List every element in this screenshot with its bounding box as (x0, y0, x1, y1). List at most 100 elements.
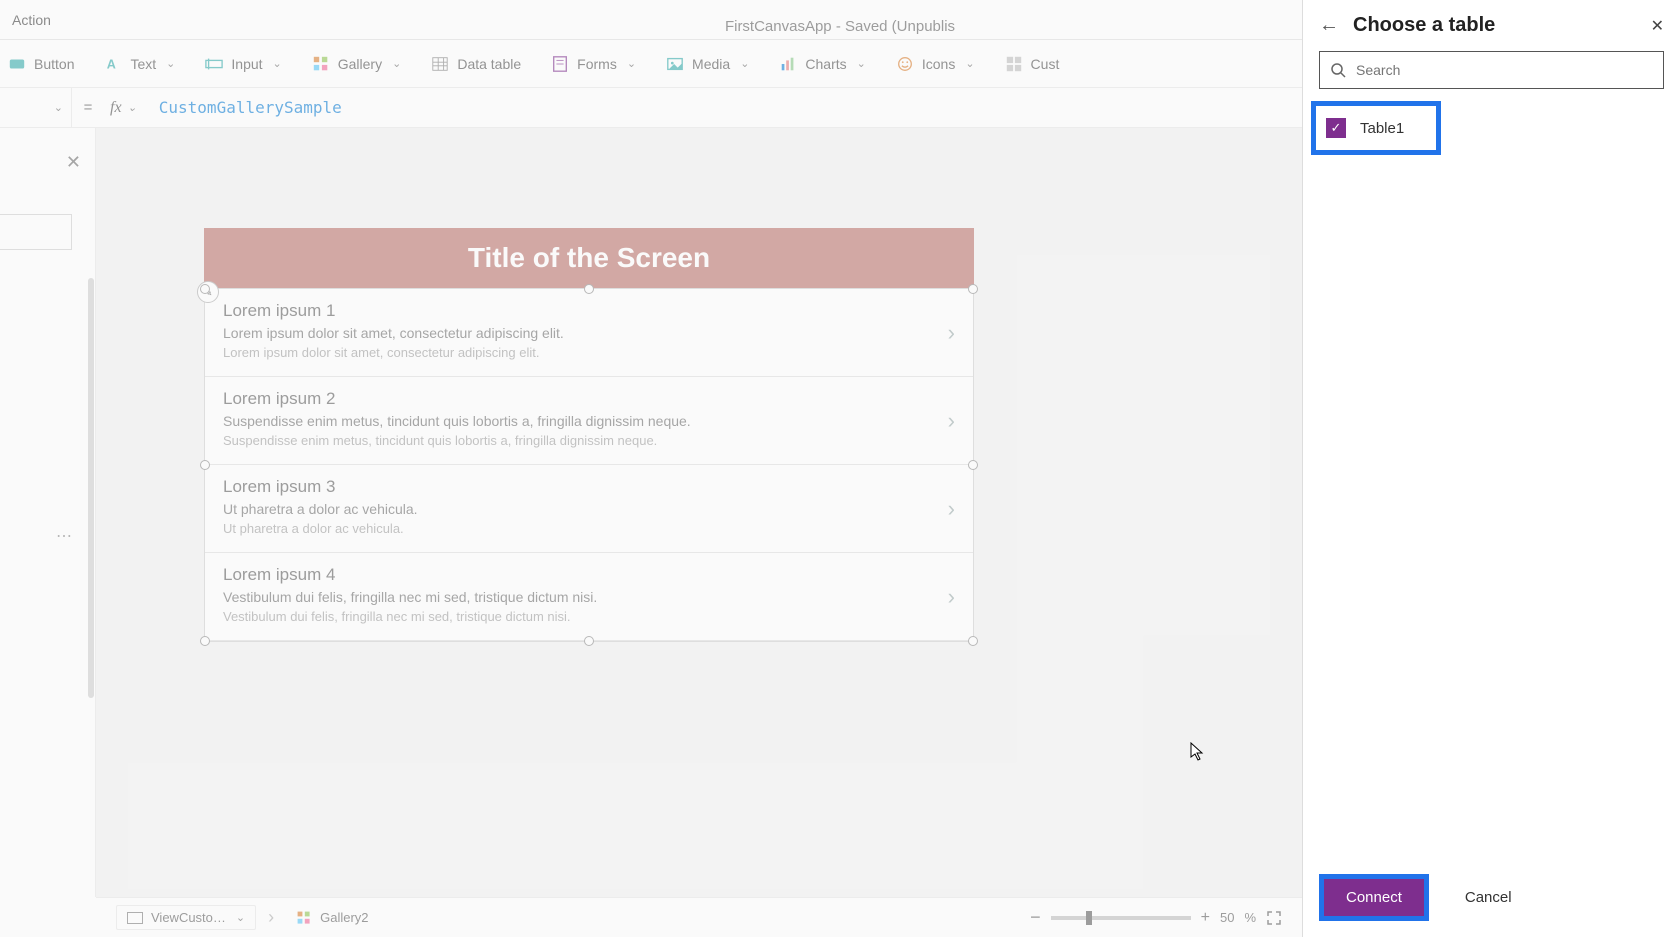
tab-action[interactable]: Action (0, 2, 63, 38)
formula-input[interactable]: CustomGallerySample (143, 98, 342, 117)
search-input[interactable] (1356, 62, 1653, 78)
item-title: Lorem ipsum 2 (223, 389, 955, 409)
selection-handle[interactable] (584, 284, 594, 294)
ribbon-text-label: Text (130, 56, 156, 72)
equals-sign: = (72, 99, 104, 116)
chevron-down-icon: ⌄ (392, 57, 401, 70)
screen-title: Title of the Screen (204, 228, 974, 288)
screen-icon (127, 912, 143, 924)
search-icon (1330, 62, 1346, 78)
cancel-button[interactable]: Cancel (1443, 879, 1534, 916)
chevron-right-icon[interactable]: › (948, 584, 955, 610)
ribbon-forms[interactable]: Forms ⌄ (551, 55, 636, 73)
chevron-down-icon: ⌄ (965, 57, 974, 70)
ribbon-icons[interactable]: Icons ⌄ (896, 55, 975, 73)
ribbon-gallery[interactable]: Gallery ⌄ (312, 55, 402, 73)
ribbon-charts[interactable]: Charts ⌄ (779, 55, 865, 73)
breadcrumb-control[interactable]: Gallery2 (286, 906, 378, 930)
chevron-down-icon: ⌄ (627, 57, 636, 70)
item-subtitle: Suspendisse enim metus, tincidunt quis l… (223, 413, 955, 429)
ribbon-media[interactable]: Media ⌄ (666, 55, 749, 73)
fit-screen-icon[interactable] (1266, 910, 1282, 926)
ribbon-forms-label: Forms (577, 56, 617, 72)
icons-icon (896, 55, 914, 73)
ribbon-media-label: Media (692, 56, 730, 72)
table-option[interactable]: ✓ Table1 (1311, 101, 1441, 155)
selection-handle[interactable] (200, 460, 210, 470)
gallery-item[interactable]: Lorem ipsum 4 Vestibulum dui felis, frin… (205, 553, 973, 641)
custom-icon (1005, 55, 1023, 73)
item-body: Suspendisse enim metus, tincidunt quis l… (223, 433, 955, 448)
chevron-right-icon[interactable]: › (948, 496, 955, 522)
search-field[interactable] (1319, 51, 1664, 89)
forms-icon (551, 55, 569, 73)
ribbon-input-label: Input (231, 56, 262, 72)
gallery-item[interactable]: Lorem ipsum 3 Ut pharetra a dolor ac veh… (205, 465, 973, 553)
gallery[interactable]: ✎ Lorem ipsum 1 Lorem ipsum dolor sit am… (204, 288, 974, 642)
screen: Title of the Screen ✎ Lorem ipsum 1 Lore… (204, 228, 974, 642)
selection-handle[interactable] (200, 636, 210, 646)
property-dropdown[interactable]: ⌄ (0, 88, 72, 128)
table-name: Table1 (1360, 120, 1404, 137)
selection-handle[interactable] (968, 636, 978, 646)
zoom-pct: % (1244, 910, 1256, 925)
ribbon-text[interactable]: A Text ⌄ (104, 55, 175, 73)
zoom-controls: − + 50 % (1030, 907, 1282, 928)
zoom-out-button[interactable]: − (1030, 907, 1041, 928)
chevron-down-icon: ⌄ (236, 911, 245, 924)
media-icon (666, 55, 684, 73)
canvas: Title of the Screen ✎ Lorem ipsum 1 Lore… (96, 128, 1302, 897)
gallery-item[interactable]: Lorem ipsum 1 Lorem ipsum dolor sit amet… (205, 289, 973, 377)
ribbon-gallery-label: Gallery (338, 56, 382, 72)
close-icon[interactable]: ✕ (66, 152, 81, 173)
ribbon-button[interactable]: Button (8, 55, 74, 73)
zoom-in-button[interactable]: + (1201, 909, 1210, 927)
breadcrumb-control-label: Gallery2 (320, 910, 368, 925)
more-icon[interactable]: ⋯ (56, 526, 74, 546)
gallery-icon (312, 55, 330, 73)
chevron-down-icon: ⌄ (740, 57, 749, 70)
chevron-down-icon: ⌄ (166, 57, 175, 70)
panel-header: ← Choose a table ✕ (1303, 0, 1680, 51)
ribbon-custom[interactable]: Cust (1005, 55, 1060, 73)
charts-icon (779, 55, 797, 73)
breadcrumb-screen[interactable]: ViewCusto… ⌄ (116, 905, 256, 930)
selection-handle[interactable] (968, 284, 978, 294)
close-icon[interactable]: ✕ (1651, 16, 1664, 36)
breadcrumb-screen-label: ViewCusto… (151, 910, 226, 925)
chevron-right-icon[interactable]: › (948, 408, 955, 434)
zoom-slider[interactable] (1051, 916, 1191, 920)
item-title: Lorem ipsum 1 (223, 301, 955, 321)
connect-button[interactable]: Connect (1324, 879, 1424, 916)
scrollbar[interactable] (88, 278, 94, 698)
chevron-down-icon: ⌄ (128, 101, 137, 114)
gallery-icon (296, 910, 312, 926)
ribbon-input[interactable]: Input ⌄ (205, 55, 281, 73)
back-arrow-icon[interactable]: ← (1319, 14, 1339, 37)
slider-thumb[interactable] (1086, 911, 1092, 925)
checkbox-checked-icon[interactable]: ✓ (1326, 118, 1346, 138)
fx-button[interactable]: fx ⌄ (104, 99, 143, 117)
table-list: ✓ Table1 (1303, 101, 1680, 862)
tree-search-input[interactable] (0, 214, 72, 250)
selection-handle[interactable] (200, 284, 210, 294)
selection-handle[interactable] (584, 636, 594, 646)
fx-label: fx (110, 99, 122, 117)
panel-title: Choose a table (1353, 14, 1495, 37)
item-subtitle: Ut pharetra a dolor ac vehicula. (223, 501, 955, 517)
input-icon (205, 55, 223, 73)
item-subtitle: Vestibulum dui felis, fringilla nec mi s… (223, 589, 955, 605)
text-icon: A (104, 55, 122, 73)
gallery-item[interactable]: Lorem ipsum 2 Suspendisse enim metus, ti… (205, 377, 973, 465)
item-title: Lorem ipsum 4 (223, 565, 955, 585)
chevron-down-icon: ⌄ (273, 57, 282, 70)
ribbon-charts-label: Charts (805, 56, 846, 72)
item-subtitle: Lorem ipsum dolor sit amet, consectetur … (223, 325, 955, 341)
chevron-right-icon[interactable]: › (948, 320, 955, 346)
status-bar: ViewCusto… ⌄ › Gallery2 − + 50 % (96, 897, 1302, 937)
zoom-value: 50 (1220, 910, 1234, 925)
selection-handle[interactable] (968, 460, 978, 470)
tree-panel: ✕ ⋯ (0, 128, 96, 897)
ribbon-datatable[interactable]: Data table (431, 55, 521, 73)
button-icon (8, 55, 26, 73)
